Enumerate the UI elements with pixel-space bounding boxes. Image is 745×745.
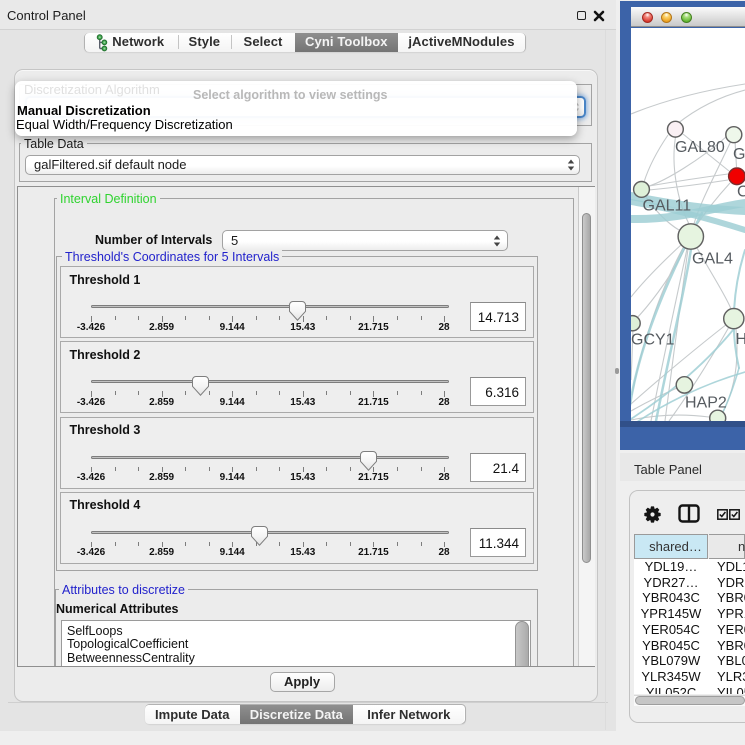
svg-text:C: C xyxy=(737,184,745,201)
svg-text:GAL4: GAL4 xyxy=(692,251,733,268)
svg-text:H: H xyxy=(736,331,745,348)
svg-text:G.: G. xyxy=(733,146,745,163)
svg-text:GAL80: GAL80 xyxy=(675,139,725,156)
svg-text:GAL11: GAL11 xyxy=(643,198,692,215)
svg-text:GCY1: GCY1 xyxy=(631,332,675,349)
svg-text:HAP2: HAP2 xyxy=(685,395,727,412)
